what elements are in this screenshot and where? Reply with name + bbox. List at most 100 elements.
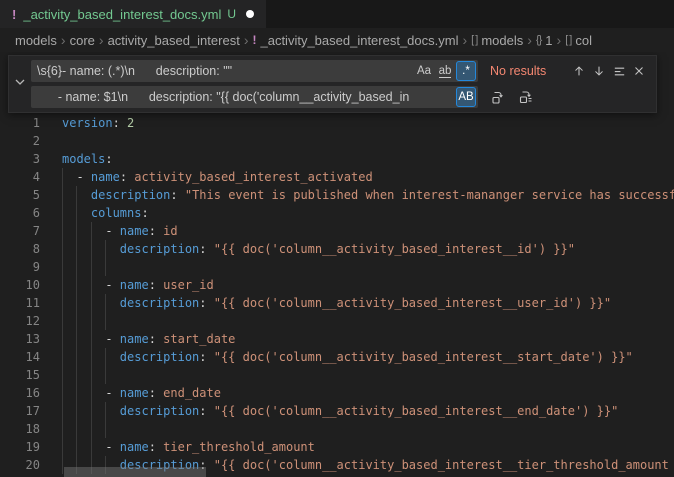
breadcrumb-label: models (481, 33, 523, 48)
git-status-badge: U (227, 7, 236, 21)
line-number[interactable]: 1 (0, 114, 40, 132)
line-number[interactable]: 14 (0, 348, 40, 366)
editor[interactable]: 1version: 223models:4 - name: activity_b… (0, 52, 674, 477)
indent-guide (76, 204, 77, 222)
code-token: name (91, 170, 120, 184)
toggle-replace-button[interactable] (9, 56, 31, 112)
code-line[interactable]: 8 description: "{{ doc('column__activity… (0, 240, 674, 258)
indent-guide (76, 402, 77, 420)
breadcrumb-separator: › (61, 32, 66, 48)
line-number[interactable]: 15 (0, 366, 40, 384)
code-token: 2 (127, 116, 134, 130)
indent-guide (105, 366, 106, 384)
code-token: : (113, 116, 127, 130)
code-line[interactable]: 16 - name: end_date (0, 384, 674, 402)
breadcrumb-item-activity_based_interest[interactable]: activity_based_interest (108, 33, 240, 48)
previous-match-button[interactable] (569, 61, 589, 81)
code-line[interactable]: 2 (0, 132, 674, 150)
breadcrumb-label: 1 (545, 33, 552, 48)
line-number[interactable]: 2 (0, 132, 40, 150)
line-number[interactable]: 13 (0, 330, 40, 348)
whole-word-button[interactable]: ab (435, 61, 455, 81)
code-area[interactable]: 1version: 223models:4 - name: activity_b… (0, 114, 674, 474)
indent-guide (62, 258, 63, 276)
replace-input[interactable]: - name: $1\n description: "{{ doc('colum… (31, 86, 478, 108)
code-line[interactable]: 10 - name: user_id (0, 276, 674, 294)
code-token: columns (91, 206, 142, 220)
breadcrumb-label: core (70, 33, 95, 48)
regex-button[interactable]: .* (456, 61, 476, 81)
line-number[interactable]: 20 (0, 456, 40, 474)
code-line[interactable]: 15 (0, 366, 674, 384)
indent-guide (105, 348, 106, 366)
code-token: : (170, 188, 184, 202)
code-token: version (62, 116, 113, 130)
line-number[interactable]: 9 (0, 258, 40, 276)
find-input[interactable]: \s{6}- name: (.*)\n description: "" Aa a… (31, 60, 478, 82)
line-number[interactable]: 3 (0, 150, 40, 168)
line-number[interactable]: 10 (0, 276, 40, 294)
code-line[interactable]: 7 - name: id (0, 222, 674, 240)
code-line[interactable]: 19 - name: tier_threshold_amount (0, 438, 674, 456)
yaml-warning-icon: ! (12, 7, 16, 22)
code-line[interactable]: 13 - name: start_date (0, 330, 674, 348)
code-line[interactable]: 4 - name: activity_based_interest_activa… (0, 168, 674, 186)
breadcrumb-item-models[interactable]: [ ] models (471, 33, 523, 48)
line-number[interactable]: 5 (0, 186, 40, 204)
line-number[interactable]: 7 (0, 222, 40, 240)
code-token: "{{ doc('column__activity_based_interest… (214, 350, 633, 364)
breadcrumb-item-_activity_based_interest_docs.yml[interactable]: !_activity_based_interest_docs.yml (252, 33, 458, 48)
code-line[interactable]: 9 (0, 258, 674, 276)
next-match-button[interactable] (589, 61, 609, 81)
code-token: description (120, 242, 199, 256)
indent-guide (76, 366, 77, 384)
symbol-array-icon: [ ] (471, 34, 477, 46)
preserve-case-button[interactable]: AB (456, 87, 476, 107)
indent-guide (62, 348, 63, 366)
tab-active-file[interactable]: ! _activity_based_interest_docs.yml U (0, 0, 266, 28)
breadcrumb-item-models[interactable]: models (15, 33, 57, 48)
code-token: : (149, 278, 163, 292)
line-number[interactable]: 17 (0, 402, 40, 420)
code-line[interactable]: 1 version: 2 (0, 114, 674, 132)
close-icon[interactable] (629, 61, 649, 81)
indent-guide (62, 294, 63, 312)
indent-guide (76, 276, 77, 294)
line-number[interactable]: 16 (0, 384, 40, 402)
breadcrumb-item-core[interactable]: core (70, 33, 95, 48)
code-line[interactable]: 14 description: "{{ doc('column__activit… (0, 348, 674, 366)
code-token: name (120, 440, 149, 454)
line-number[interactable]: 11 (0, 294, 40, 312)
line-number[interactable]: 18 (0, 420, 40, 438)
match-case-button[interactable]: Aa (414, 61, 434, 81)
indent-guide (91, 438, 92, 456)
indent-guide (91, 240, 92, 258)
code-line[interactable]: 18 (0, 420, 674, 438)
code-line[interactable]: 11 description: "{{ doc('column__activit… (0, 294, 674, 312)
breadcrumb-item-1[interactable]: {}1 (536, 33, 553, 48)
line-number[interactable]: 19 (0, 438, 40, 456)
replace-all-button[interactable] (516, 87, 536, 107)
code-line[interactable]: 6 columns: (0, 204, 674, 222)
line-number[interactable]: 8 (0, 240, 40, 258)
breadcrumb-separator: › (99, 32, 104, 48)
find-in-selection-button[interactable] (609, 61, 629, 81)
code-line[interactable]: 17 description: "{{ doc('column__activit… (0, 402, 674, 420)
code-token: name (120, 386, 149, 400)
horizontal-scrollbar[interactable] (64, 467, 206, 477)
line-number[interactable]: 12 (0, 312, 40, 330)
breadcrumb-item-col[interactable]: [ ]col (565, 33, 592, 48)
line-number[interactable]: 4 (0, 168, 40, 186)
replace-button[interactable] (488, 87, 508, 107)
code-line[interactable]: 3models: (0, 150, 674, 168)
modified-dot-icon[interactable] (246, 10, 254, 18)
code-line[interactable]: 5 description: "This event is published … (0, 186, 674, 204)
code-token: : (149, 386, 163, 400)
indent-guide (76, 222, 77, 240)
code-line[interactable]: 12 (0, 312, 674, 330)
indent-guide (62, 186, 63, 204)
code-token: : (149, 440, 163, 454)
line-number[interactable]: 6 (0, 204, 40, 222)
indent-guide (62, 312, 63, 330)
indent-guide (76, 294, 77, 312)
